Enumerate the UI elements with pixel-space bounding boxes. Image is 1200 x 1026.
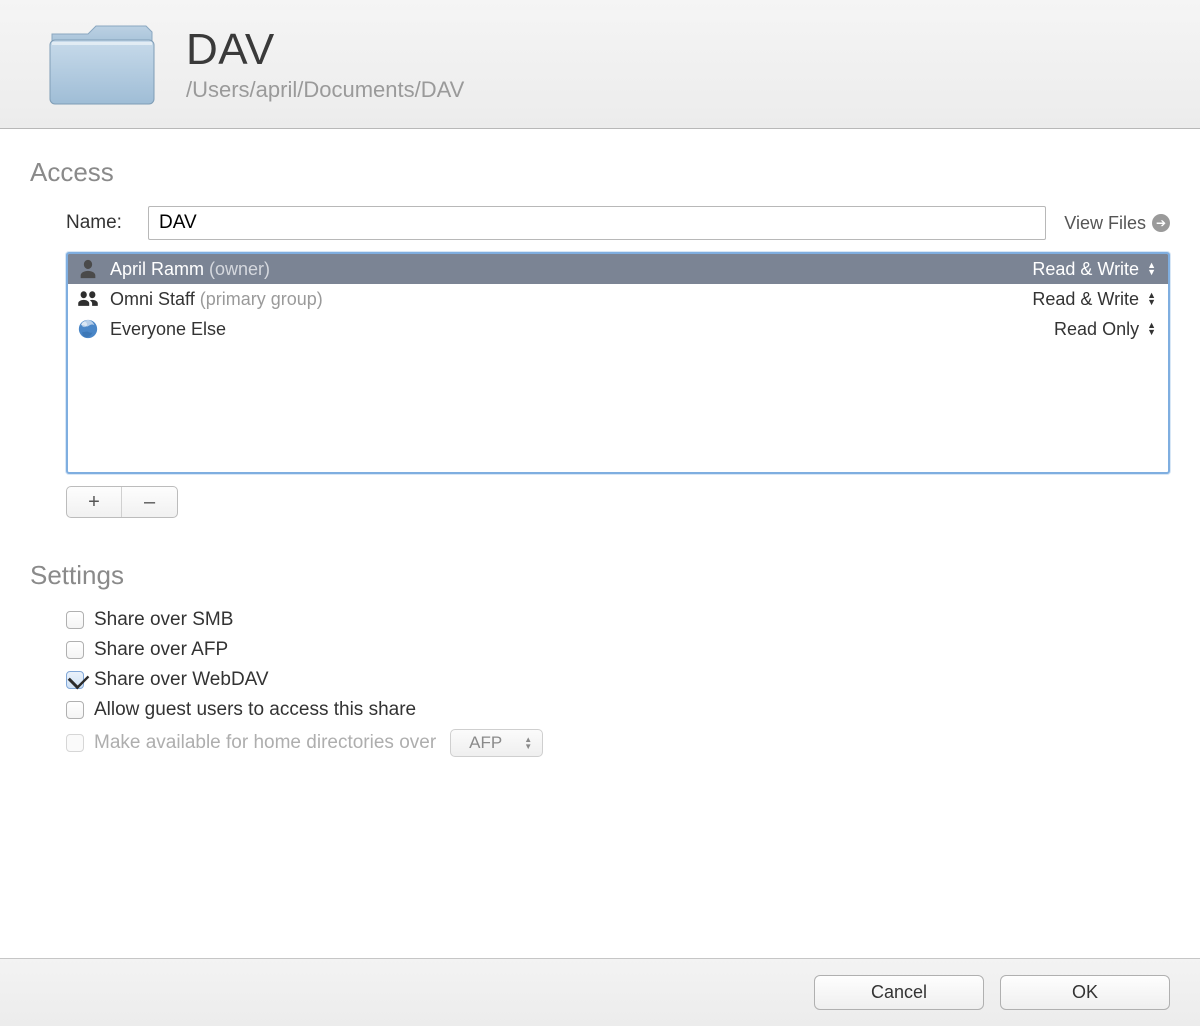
checkbox-icon[interactable] <box>66 671 84 689</box>
folder-path: /Users/april/Documents/DAV <box>186 77 464 103</box>
checkbox-icon[interactable] <box>66 701 84 719</box>
globe-icon <box>76 317 100 341</box>
access-section-title: Access <box>30 157 1170 188</box>
home-dir-protocol-select: AFP ▲▼ <box>450 729 543 757</box>
checkbox-icon[interactable] <box>66 611 84 629</box>
setting-label: Share over AFP <box>94 639 228 661</box>
settings-section-title: Settings <box>30 560 1170 591</box>
permission-level[interactable]: Read & Write <box>1032 289 1139 310</box>
page-title: DAV <box>186 25 464 75</box>
setting-label: Allow guest users to access this share <box>94 699 416 721</box>
group-icon <box>76 287 100 311</box>
view-files-label: View Files <box>1064 213 1146 234</box>
checkbox-icon[interactable] <box>66 641 84 659</box>
arrow-right-icon: ➔ <box>1152 214 1170 232</box>
stepper-icon[interactable]: ▲▼ <box>1147 292 1156 306</box>
stepper-icon: ▲▼ <box>524 736 532 750</box>
header-text: DAV /Users/april/Documents/DAV <box>186 25 464 103</box>
setting-home-directories: Make available for home directories over… <box>66 729 1170 757</box>
permission-name: Omni Staff (primary group) <box>110 289 1032 310</box>
footer-bar: Cancel OK <box>0 958 1200 1026</box>
remove-button[interactable]: – <box>122 487 177 517</box>
cancel-button[interactable]: Cancel <box>814 975 984 1010</box>
permission-name: April Ramm (owner) <box>110 259 1032 280</box>
view-files-link[interactable]: View Files ➔ <box>1064 213 1170 234</box>
setting-allow-guest[interactable]: Allow guest users to access this share <box>66 699 1170 721</box>
setting-label: Share over SMB <box>94 609 233 631</box>
setting-share-afp[interactable]: Share over AFP <box>66 639 1170 661</box>
permission-row[interactable]: Everyone Else Read Only ▲▼ <box>68 314 1168 344</box>
name-input[interactable] <box>148 206 1046 240</box>
setting-label: Share over WebDAV <box>94 669 269 691</box>
setting-label: Make available for home directories over <box>94 732 436 754</box>
stepper-icon[interactable]: ▲▼ <box>1147 322 1156 336</box>
person-icon <box>76 257 100 281</box>
permission-level[interactable]: Read & Write <box>1032 259 1139 280</box>
setting-share-smb[interactable]: Share over SMB <box>66 609 1170 631</box>
add-remove-segmented: + – <box>66 486 178 518</box>
permission-row[interactable]: April Ramm (owner) Read & Write ▲▼ <box>68 254 1168 284</box>
permission-name: Everyone Else <box>110 319 1054 340</box>
folder-icon <box>46 18 158 110</box>
header-bar: DAV /Users/april/Documents/DAV <box>0 0 1200 129</box>
permission-row[interactable]: Omni Staff (primary group) Read & Write … <box>68 284 1168 314</box>
ok-button[interactable]: OK <box>1000 975 1170 1010</box>
setting-share-webdav[interactable]: Share over WebDAV <box>66 669 1170 691</box>
name-label: Name: <box>66 212 138 234</box>
permission-level[interactable]: Read Only <box>1054 319 1139 340</box>
add-button[interactable]: + <box>67 487 122 517</box>
stepper-icon[interactable]: ▲▼ <box>1147 262 1156 276</box>
checkbox-icon <box>66 734 84 752</box>
permissions-list[interactable]: April Ramm (owner) Read & Write ▲▼ Omni … <box>66 252 1170 474</box>
